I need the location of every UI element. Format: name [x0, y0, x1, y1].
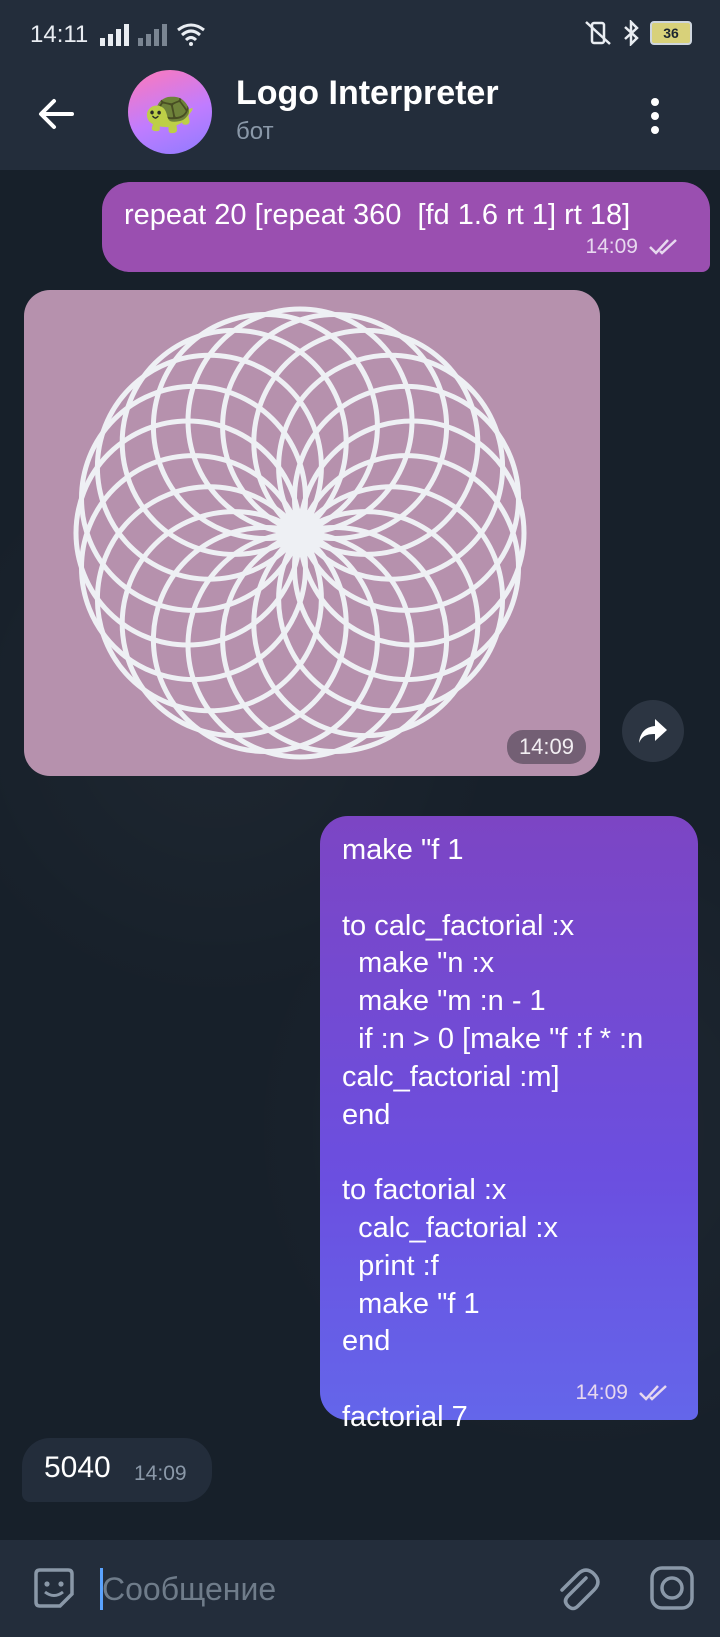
spirograph-center [276, 509, 324, 557]
outgoing-message[interactable]: make "f 1 to calc_factorial :x make "n :… [320, 816, 698, 1433]
wifi-icon [177, 23, 205, 46]
more-vertical-icon [651, 98, 659, 106]
image-message[interactable]: 14:09 [24, 290, 600, 776]
incoming-message[interactable]: 5040 14:09 [22, 1438, 212, 1502]
message-text: 5040 [44, 1451, 111, 1484]
message-list[interactable]: repeat 20 [repeat 360 [fd 1.6 rt 1] rt 1… [0, 170, 720, 1540]
spirograph-image [73, 306, 527, 760]
status-indicators [100, 22, 206, 46]
message-meta: 14:09 [575, 1374, 672, 1412]
message-text: repeat 20 [repeat 360 [fd 1.6 rt 1] rt 1… [124, 199, 631, 231]
double-check-icon [649, 239, 677, 255]
outgoing-message[interactable]: repeat 20 [repeat 360 [fd 1.6 rt 1] rt 1… [102, 182, 710, 272]
message-time: 14:09 [575, 1381, 628, 1404]
signal-off-icon [138, 24, 167, 46]
camera-icon[interactable] [648, 1564, 696, 1612]
chat-header: 🐢 Logo Interpreter бот [0, 70, 720, 170]
vibrate-mute-icon [585, 21, 611, 45]
double-check-icon [639, 1385, 667, 1401]
share-button[interactable] [622, 700, 684, 762]
avatar[interactable]: 🐢 [128, 70, 212, 154]
paperclip-icon[interactable] [552, 1562, 600, 1614]
battery-indicator: 36 [650, 21, 692, 45]
chat-subtitle: бот [236, 118, 274, 145]
message-text: make "f 1 to calc_factorial :x make "n :… [342, 834, 644, 1433]
sticker-icon[interactable] [30, 1564, 78, 1612]
more-menu-button[interactable] [648, 94, 662, 138]
status-right: 36 [584, 20, 692, 46]
message-input[interactable] [100, 1562, 524, 1616]
status-bar: 14:11 36 [0, 0, 720, 70]
bluetooth-icon [624, 20, 639, 46]
share-icon [639, 719, 667, 743]
status-time: 14:11 [30, 21, 89, 48]
message-time: 14:09 [134, 1462, 187, 1485]
message-meta: 14:09 [585, 228, 682, 266]
chat-title[interactable]: Logo Interpreter [236, 74, 499, 113]
composer [0, 1540, 720, 1637]
back-button[interactable] [34, 92, 78, 136]
photo-time: 14:09 [506, 730, 586, 764]
message-time: 14:09 [585, 235, 638, 258]
signal-icon [100, 24, 129, 46]
